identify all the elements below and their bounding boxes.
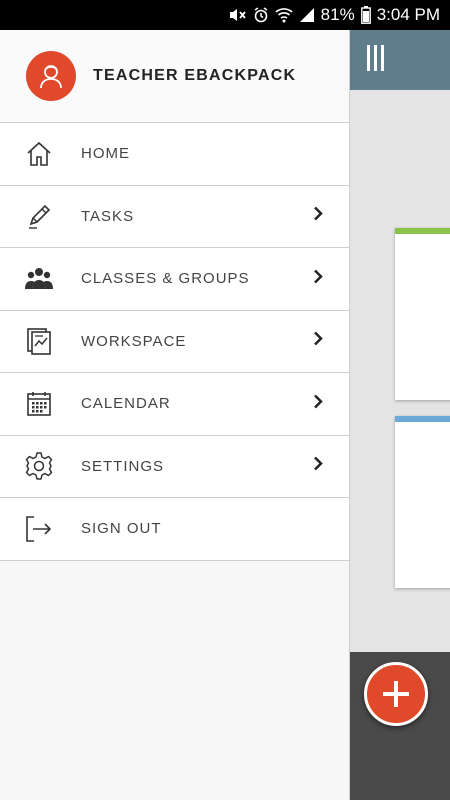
wifi-icon [275, 7, 293, 23]
chevron-right-icon [313, 331, 323, 352]
menu-item-label: CALENDAR [81, 395, 171, 413]
gear-icon [24, 451, 54, 481]
menu-item-workspace[interactable]: WORKSPACE [0, 310, 349, 373]
drawer-header: TEACHER EBACKPACK [0, 30, 349, 123]
status-bar: 81% 3:04 PM [0, 0, 450, 30]
menu-item-tasks[interactable]: TASKS [0, 185, 349, 248]
group-icon [24, 264, 54, 294]
bottom-bar [350, 652, 450, 800]
task-card[interactable] [395, 416, 450, 588]
chevron-right-icon [313, 268, 323, 289]
mute-icon [227, 7, 247, 23]
menu-item-label: CLASSES & GROUPS [81, 270, 250, 288]
user-icon [40, 65, 62, 89]
pencil-icon [24, 201, 54, 231]
content-area [350, 90, 450, 680]
menu-item-label: WORKSPACE [81, 332, 187, 350]
battery-percent: 81% [320, 5, 355, 24]
menu-item-sign-out[interactable]: SIGN OUT [0, 498, 349, 561]
menu-item-settings[interactable]: SETTINGS [0, 435, 349, 498]
alarm-icon [253, 7, 269, 23]
navigation-drawer: TEACHER EBACKPACK HOME TASKS CLASSES & G… [0, 30, 350, 800]
calendar-icon [24, 389, 54, 419]
sign-out-icon [24, 514, 54, 544]
menu-item-label: HOME [81, 145, 130, 163]
app-toolbar [350, 30, 450, 90]
plus-icon [383, 681, 409, 707]
menu-item-calendar[interactable]: CALENDAR [0, 373, 349, 436]
add-button[interactable] [364, 662, 428, 726]
chevron-right-icon [313, 393, 323, 414]
signal-icon [299, 7, 315, 23]
menu-item-label: SETTINGS [81, 457, 165, 475]
clock-time: 3:04 PM [376, 5, 440, 24]
menu-item-label: SIGN OUT [81, 520, 162, 538]
menu-item-classes-groups[interactable]: CLASSES & GROUPS [0, 248, 349, 311]
avatar[interactable] [26, 51, 76, 101]
home-icon [24, 139, 54, 169]
menu-item-home[interactable]: HOME [0, 123, 349, 186]
menu-icon[interactable] [365, 45, 387, 76]
menu-item-label: TASKS [81, 207, 135, 225]
task-card[interactable] [395, 228, 450, 400]
chevron-right-icon [313, 206, 323, 227]
app-title: TEACHER EBACKPACK [93, 67, 297, 84]
workspace-icon [24, 326, 54, 356]
chevron-right-icon [313, 456, 323, 477]
battery-icon [360, 6, 371, 24]
